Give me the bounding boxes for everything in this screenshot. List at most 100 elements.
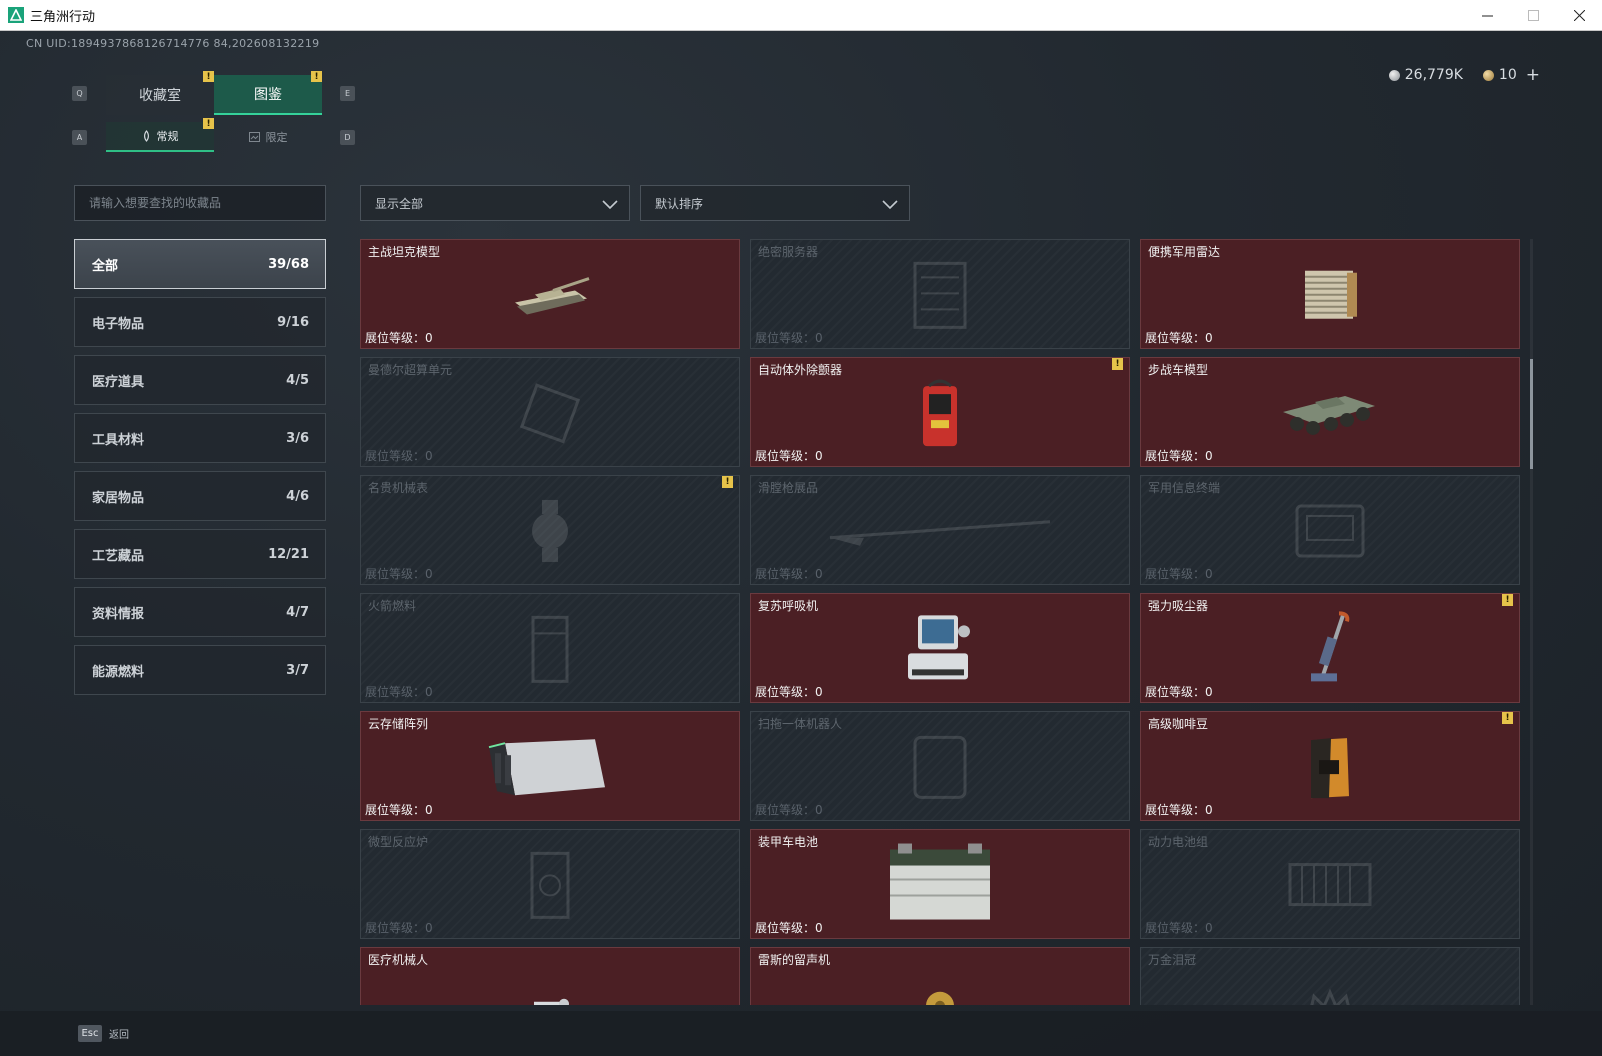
collection-card[interactable]: 自动体外除颤器 展位等级：0!	[750, 357, 1130, 467]
category-label: 资料情报	[92, 606, 145, 622]
item-level: 展位等级：0	[365, 919, 433, 936]
item-level: 展位等级：0	[365, 329, 433, 346]
fuel-icon	[525, 609, 575, 693]
chevron-down-icon	[602, 200, 618, 210]
silver-amount: 26,779K	[1404, 67, 1463, 83]
item-level-value: 0	[815, 567, 823, 581]
back-button[interactable]: Esc 返回	[78, 1025, 129, 1042]
item-level-label: 展位等级：	[1145, 685, 1206, 699]
collection-card[interactable]: 复苏呼吸机 展位等级：0	[750, 593, 1130, 703]
collection-card[interactable]: 军用信息终端 展位等级：0	[1140, 475, 1520, 585]
battery-icon	[880, 843, 1000, 932]
item-name: 军用信息终端	[1148, 481, 1221, 495]
game-screen: CN UID:1894937868126714776 84,2026081322…	[0, 31, 1602, 1056]
category-electronics[interactable]: 电子物品 9/16	[74, 297, 326, 347]
main-tabs: 收藏室 ! 图鉴 !	[106, 71, 322, 115]
category-medical[interactable]: 医疗道具 4/5	[74, 355, 326, 405]
category-count: 4/5	[286, 372, 309, 388]
item-name: 自动体外除颤器	[758, 363, 843, 377]
collection-card[interactable]: 雷斯的留声机展位等级：0	[750, 947, 1130, 1005]
maximize-button[interactable]	[1510, 0, 1556, 31]
collection-card[interactable]: 医疗机械人展位等级：0	[360, 947, 740, 1005]
item-level-label: 展位等级：	[365, 331, 426, 345]
item-name: 动力电池组	[1148, 835, 1209, 849]
minimize-button[interactable]	[1464, 0, 1510, 31]
item-level-label: 展位等级：	[1145, 803, 1206, 817]
category-all[interactable]: 全部 39/68	[74, 239, 326, 289]
ifv-icon	[1275, 378, 1385, 452]
item-level-value: 0	[1205, 567, 1213, 581]
collection-card[interactable]: 火箭燃料展位等级：0	[360, 593, 740, 703]
category-energy[interactable]: 能源燃料 3/7	[74, 645, 326, 695]
item-name: 名贵机械表	[368, 481, 429, 495]
collection-card[interactable]: 强力吸尘器 展位等级：0!	[1140, 593, 1520, 703]
add-currency-button[interactable]: +	[1526, 65, 1540, 85]
silver-currency: 26,779K	[1388, 67, 1463, 83]
collection-card[interactable]: 微型反应炉 展位等级：0	[360, 829, 740, 939]
collection-card[interactable]: 名贵机械表 展位等级：0!	[360, 475, 740, 585]
category-intel[interactable]: 资料情报 4/7	[74, 587, 326, 637]
tab-catalog-label: 图鉴	[254, 87, 282, 103]
collection-card[interactable]: 万金泪冠展位等级：0	[1140, 947, 1520, 1005]
item-level-label: 展位等级：	[1145, 921, 1206, 935]
collection-card[interactable]: 曼德尔超算单元 展位等级：0	[360, 357, 740, 467]
collection-card[interactable]: 绝密服务器 展位等级：0	[750, 239, 1130, 349]
search-input[interactable]: 请输入想要查找的收藏品	[74, 185, 326, 221]
subtab-regular-badge: !	[203, 118, 214, 129]
item-level-value: 0	[1205, 803, 1213, 817]
filter-dropdown[interactable]: 显示全部	[360, 185, 630, 221]
gold-amount: 10	[1498, 67, 1517, 83]
scrollbar-thumb[interactable]	[1530, 359, 1533, 469]
item-level: 展位等级：0	[365, 683, 433, 700]
item-name: 火箭燃料	[368, 599, 417, 613]
collection-card[interactable]: 高级咖啡豆 展位等级：0!	[1140, 711, 1520, 821]
item-name: 医疗机械人	[368, 953, 429, 967]
collection-card[interactable]: 扫拖一体机器人 展位等级：0	[750, 711, 1130, 821]
item-name: 绝密服务器	[758, 245, 819, 259]
sort-dropdown[interactable]: 默认排序	[640, 185, 910, 221]
item-level-value: 0	[1205, 331, 1213, 345]
grid-scrollbar[interactable]	[1530, 239, 1533, 1005]
filter-dropdown-value: 显示全部	[375, 196, 424, 211]
tab-catalog[interactable]: 图鉴 !	[214, 71, 322, 115]
item-level-label: 展位等级：	[1145, 449, 1206, 463]
subtab-regular-label: 常规	[156, 130, 179, 143]
collection-card[interactable]: 装甲车电池 展位等级：0	[750, 829, 1130, 939]
collection-card[interactable]: 主战坦克模型 展位等级：0	[360, 239, 740, 349]
tab-collection-room[interactable]: 收藏室 !	[106, 71, 214, 115]
collection-card[interactable]: 滑膛枪展品 展位等级：0	[750, 475, 1130, 585]
defibrillator-icon	[917, 376, 963, 454]
item-level-label: 展位等级：	[365, 449, 426, 463]
item-name: 高级咖啡豆	[1148, 717, 1209, 731]
window-titlebar: 三角洲行动	[0, 0, 1602, 31]
category-crafts[interactable]: 工艺藏品 12/21	[74, 529, 326, 579]
tank-icon	[505, 265, 595, 329]
regular-icon	[143, 130, 149, 142]
collection-card[interactable]: 动力电池组展位等级：0	[1140, 829, 1520, 939]
collection-card[interactable]: 便携军用雷达 展位等级：0	[1140, 239, 1520, 349]
collection-card[interactable]: 云存储阵列 展位等级：0	[360, 711, 740, 821]
chevron-down-icon	[882, 200, 898, 210]
item-level: 展位等级：0	[365, 565, 433, 582]
item-level-label: 展位等级：	[1145, 331, 1206, 345]
item-level-value: 0	[1205, 921, 1213, 935]
battery-pack-icon	[1280, 855, 1380, 919]
category-list: 全部 39/68 电子物品 9/16 医疗道具 4/5 工具材料 3/6 家居物…	[74, 239, 326, 703]
category-household[interactable]: 家居物品 4/6	[74, 471, 326, 521]
close-button[interactable]	[1556, 0, 1602, 31]
item-level-label: 展位等级：	[365, 803, 426, 817]
item-level-label: 展位等级：	[755, 685, 816, 699]
subtab-limited[interactable]: 限定	[214, 122, 322, 152]
item-level-value: 0	[815, 685, 823, 699]
category-tools[interactable]: 工具材料 3/6	[74, 413, 326, 463]
collection-card[interactable]: 步战车模型 展位等级：0	[1140, 357, 1520, 467]
crown-icon	[1300, 986, 1360, 1005]
item-level: 展位等级：0	[1145, 919, 1213, 936]
key-hint-a: A	[72, 130, 87, 145]
item-name: 云存储阵列	[368, 717, 429, 731]
gramophone-icon	[915, 982, 965, 1005]
subtab-regular[interactable]: 常规 !	[106, 118, 214, 152]
category-count: 3/6	[286, 430, 309, 446]
new-badge: !	[1502, 594, 1513, 606]
reactor-icon	[520, 845, 580, 929]
